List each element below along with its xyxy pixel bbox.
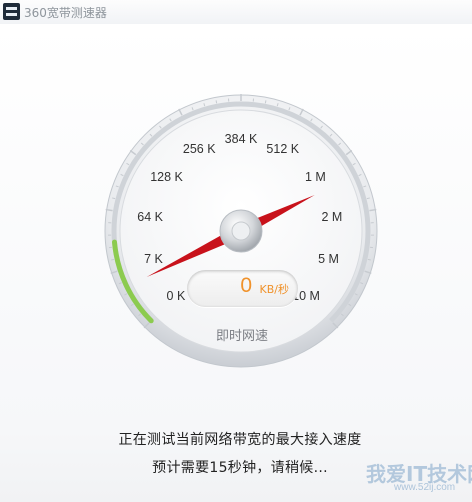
speedometer-panel: 0 K7 K 64 K 128 K 256 K 384 K 512 K1 M2 M5 M1…	[0, 24, 472, 502]
window-title: 360宽带测速器	[24, 6, 107, 20]
speed-gauge	[104, 94, 378, 368]
speed-unit: KB/秒	[259, 283, 289, 296]
gauge-label: 384 K	[224, 132, 258, 146]
gauge-label: 7 K	[144, 252, 163, 267]
status-line-1: 正在测试当前网络带宽的最大接入速度	[118, 432, 362, 448]
gauge-label: 0 K	[166, 289, 186, 304]
speed-readout: 0 KB/秒	[187, 270, 298, 307]
gauge-tick	[111, 258, 115, 261]
gauge-label: 1 M	[305, 169, 326, 184]
gauge-tick	[367, 258, 371, 261]
gauge-label: 5 M	[318, 252, 339, 267]
watermark-url: www.52ij.com	[394, 482, 456, 493]
gauge-label: 256 K	[182, 142, 216, 157]
status-line-2: 预计需要15秒钟，请稍候...	[152, 460, 328, 476]
speed-value: 0	[240, 274, 252, 297]
watermark: 我爱IT技术网 www.52ij.com	[344, 458, 472, 498]
app-icon	[3, 3, 20, 20]
gauge-label: 64 K	[137, 209, 163, 224]
gauge-tick	[264, 100, 267, 104]
title-bar: 360宽带测速器	[0, 0, 472, 24]
gauge-label: 2 M	[321, 209, 343, 224]
gauge-label: 128 K	[150, 169, 183, 184]
gauge-hub-cap	[231, 221, 251, 241]
gauge-label: 512 K	[266, 142, 300, 157]
speed-mode-label: 即时网速	[215, 329, 269, 344]
gauge-tick	[215, 100, 218, 104]
